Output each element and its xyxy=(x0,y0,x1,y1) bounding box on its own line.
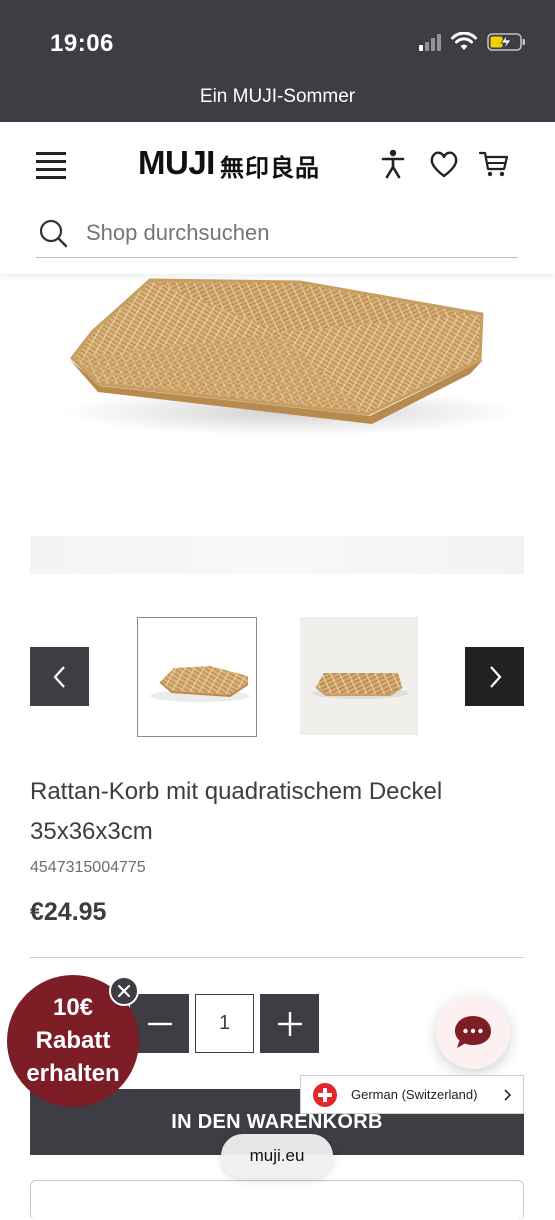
swiss-flag-icon xyxy=(313,1082,337,1107)
plus-icon xyxy=(277,1011,302,1036)
image-placeholder-strip xyxy=(30,536,524,574)
language-selector[interactable]: German (Switzerland) xyxy=(300,1075,524,1114)
chat-bubble-icon xyxy=(455,1016,491,1048)
discount-line-3: erhalten xyxy=(26,1060,120,1087)
product-price: €24.95 xyxy=(30,898,107,926)
carousel-prev-button[interactable] xyxy=(30,647,89,706)
thumbnail-image xyxy=(138,618,256,736)
search-input[interactable] xyxy=(86,220,506,246)
muji-logo-kanji[interactable]: 無印良品 xyxy=(220,148,320,183)
discount-close-button[interactable] xyxy=(109,976,139,1006)
language-label: German (Switzerland) xyxy=(351,1087,478,1102)
signal-icon xyxy=(419,33,441,51)
thumbnail-1[interactable] xyxy=(137,617,257,737)
heart-icon[interactable] xyxy=(428,148,460,180)
thumbnail-2[interactable] xyxy=(300,617,420,737)
carousel-next-button[interactable] xyxy=(465,647,524,706)
status-time: 19:06 xyxy=(50,30,114,57)
thumbnail-image xyxy=(300,617,418,735)
divider xyxy=(30,957,524,958)
product-sku: 4547315004775 xyxy=(30,859,146,876)
close-icon xyxy=(118,985,130,997)
minus-icon xyxy=(147,1022,172,1025)
battery-icon xyxy=(487,33,525,51)
status-icons xyxy=(419,32,527,52)
wifi-icon xyxy=(451,32,477,50)
chevron-left-icon xyxy=(53,665,65,688)
status-bar: 19:06 xyxy=(0,0,555,82)
quantity-input[interactable] xyxy=(195,994,254,1053)
menu-icon[interactable] xyxy=(36,152,66,179)
search-bar[interactable] xyxy=(36,212,518,258)
browser-url-pill[interactable]: muji.eu xyxy=(221,1134,333,1178)
cart-icon[interactable] xyxy=(478,148,510,180)
discount-line-2: Rabatt xyxy=(35,1027,111,1054)
search-icon[interactable] xyxy=(38,218,68,248)
site-header: MUJI 無印良品 xyxy=(0,122,555,274)
accessibility-icon[interactable] xyxy=(377,148,409,180)
chevron-right-icon xyxy=(504,1088,511,1101)
quantity-increase-button[interactable] xyxy=(260,994,319,1053)
promo-banner[interactable]: Ein MUJI-Sommer xyxy=(0,82,555,122)
chat-button[interactable] xyxy=(436,995,510,1069)
bottom-panel xyxy=(30,1180,524,1220)
product-hero-image[interactable] xyxy=(0,274,555,574)
chevron-right-icon xyxy=(489,665,501,688)
product-title: Rattan-Korb mit quadratischem Deckel 35x… xyxy=(30,778,443,845)
muji-logo[interactable]: MUJI xyxy=(138,144,215,182)
